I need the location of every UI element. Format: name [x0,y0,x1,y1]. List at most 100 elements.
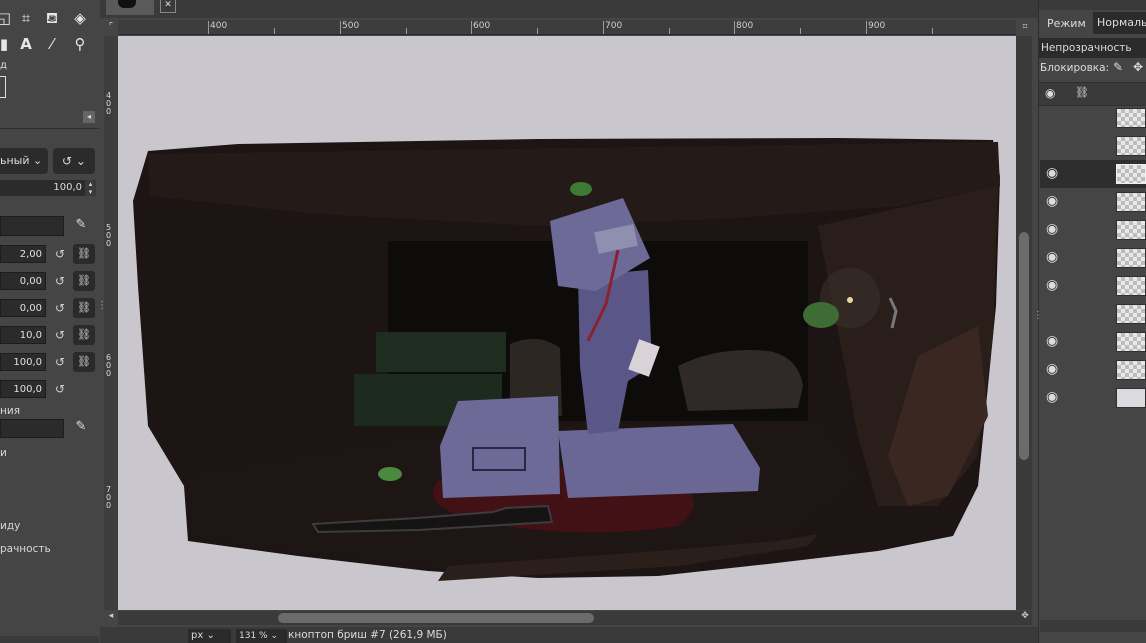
layer-row[interactable] [1040,104,1146,132]
tab-thumbnail [118,0,136,8]
layer-row[interactable]: ◉ [1040,328,1146,356]
layer-thumbnail [1116,332,1146,352]
horizontal-scroll-thumb[interactable] [278,613,594,623]
tool-label-fragment: д [0,60,7,71]
layer-thumbnail [1116,360,1146,380]
chain-icon[interactable]: ⛓ [73,298,95,318]
close-icon[interactable]: ✕ [160,0,176,13]
heal-icon[interactable]: ▮ [0,34,14,54]
param-field[interactable]: 10,0 [0,326,46,344]
lamp-light [847,297,853,303]
paint-bucket-icon[interactable]: ⛾ [42,8,62,28]
opacity-spinner[interactable]: ▴ ▾ [85,180,96,196]
eye-icon[interactable]: ◉ [1046,361,1058,377]
param-field[interactable]: 100,0 [0,353,46,371]
layer-thumbnail [1116,192,1146,212]
layer-row[interactable] [1040,300,1146,328]
opacity-field[interactable]: 100,0 [0,180,96,196]
status-title: кноптоп бриш #7 (261,9 МБ) [288,629,447,641]
ruler-label: 4 0 0 [106,91,112,116]
reset-mode-button[interactable]: ↺ ⌄ [53,148,95,174]
vertical-scroll-thumb[interactable] [1019,232,1029,460]
ruler-vertical: 4 0 0 5 0 0 6 0 0 7 0 0 [104,36,118,610]
chain-icon[interactable]: ⛓ [73,244,95,264]
panel-splitter[interactable]: ⋮ [1033,310,1043,330]
fg-color-swatch[interactable] [0,76,6,98]
image-tab[interactable] [106,0,154,15]
reset-icon[interactable]: ↺ [52,272,68,290]
layer-opacity-field[interactable]: Непрозрачность [1039,38,1146,58]
option-label: и [0,447,7,459]
layer-mode-select[interactable]: Нормаль [1093,12,1146,34]
param-row: 10,0 ↺ ⛓ [0,325,99,347]
color-picker-icon[interactable]: ⁄ [42,34,62,54]
layer-thumbnail [1116,108,1146,128]
chain-icon[interactable]: ⛓ [1075,86,1089,99]
dynamics-selector[interactable] [0,419,64,438]
layers-scrollbar[interactable] [1040,620,1146,632]
layers-header: ◉ ⛓ [1039,82,1146,106]
param-field[interactable]: 0,00 [0,272,46,290]
chain-icon[interactable]: ⛓ [73,271,95,291]
layer-row[interactable]: ◉ [1040,188,1146,216]
reset-icon[interactable]: ↺ [52,326,68,344]
eye-icon[interactable]: ◉ [1046,389,1058,405]
eye-icon[interactable]: ◉ [1046,221,1058,237]
quickmask-icon[interactable]: ⌜ [104,20,118,34]
reset-icon[interactable]: ↺ [52,245,68,263]
layer-row[interactable]: ◉ [1040,244,1146,272]
text-icon[interactable]: A [16,34,36,54]
eye-icon[interactable]: ◉ [1046,249,1058,265]
green-helmet [378,467,402,481]
lock-pixels-icon[interactable]: ✎ [1113,60,1123,74]
ruler-label: 600 [473,21,491,31]
reset-icon[interactable]: ↺ [52,380,68,398]
chain-icon[interactable]: ⛓ [73,325,95,345]
brush-selector[interactable] [0,216,64,236]
param-field[interactable]: 2,00 [0,245,46,263]
navigate-icon[interactable]: ✥ [1018,611,1032,625]
lock-position-icon[interactable]: ✥ [1133,60,1143,74]
reset-icon[interactable]: ↺ [52,299,68,317]
option-label: ния [0,405,21,417]
unit-select[interactable]: px ⌄ [188,629,231,643]
crop-icon[interactable]: ⌗ [16,8,36,28]
eye-icon[interactable]: ◉ [1046,193,1058,209]
layer-row[interactable] [1040,132,1146,160]
ruler-label: 5 0 0 [106,223,112,248]
edit-dynamics-icon[interactable]: ✎ [70,416,92,438]
layer-thumbnail [1116,276,1146,296]
toolbox-panel: ◱ ⌗ ⛾ ◈ ▮ A ⁄ ⚲ д ◂ ьный ⌄ ↺ ⌄ 100,0 ▴ ▾ … [0,0,99,643]
eye-icon[interactable]: ◉ [1045,86,1055,100]
reset-icon[interactable]: ↺ [52,353,68,371]
ruler-corner-icon[interactable]: ⌗ [1018,20,1032,34]
layer-row[interactable]: ◉ [1040,356,1146,384]
layer-row[interactable]: ◉ [1040,384,1146,412]
param-field[interactable]: 100,0 [0,380,46,398]
eye-icon[interactable]: ◉ [1046,277,1058,293]
ruler-label: 800 [736,21,754,31]
param-row: 100,0 ↺ [0,379,99,401]
layer-row[interactable]: ◉ [1040,272,1146,300]
sandbags [678,350,803,411]
param-row: 2,00 ↺ ⛓ [0,244,99,266]
edit-brush-icon[interactable]: ✎ [70,214,92,236]
scroll-left-arrow-icon[interactable]: ◂ [104,611,118,625]
layer-row[interactable]: ◉ [1040,216,1146,244]
layer-thumbnail [1116,388,1146,408]
move-icon[interactable]: ◱ [0,8,14,28]
fill-icon[interactable]: ◈ [70,8,90,28]
mode-select[interactable]: ьный ⌄ [0,148,48,174]
chain-icon[interactable]: ⛓ [73,352,95,372]
panel-menu-icon[interactable]: ◂ [83,111,95,123]
panel-splitter[interactable]: ⋮ [97,300,107,330]
zoom-select[interactable]: 131 % ⌄ [236,629,287,643]
canvas[interactable] [118,36,1016,610]
param-field[interactable]: 0,00 [0,299,46,317]
layer-thumbnail [1116,220,1146,240]
eye-icon[interactable]: ◉ [1046,333,1058,349]
bottom-bar [0,636,99,643]
zoom-icon[interactable]: ⚲ [70,34,90,54]
eye-icon[interactable]: ◉ [1046,165,1058,181]
layer-row-selected[interactable]: ◉ [1040,160,1146,188]
